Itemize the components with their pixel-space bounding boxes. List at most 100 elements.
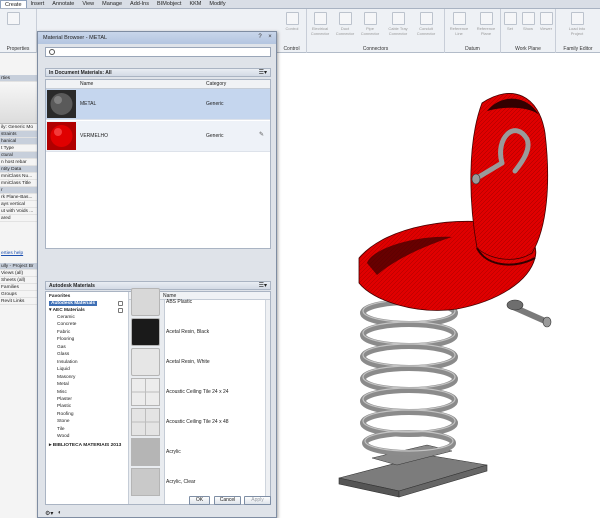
ribbon-group-label: Work Plane xyxy=(515,46,541,52)
load-into-project-icon xyxy=(570,12,584,25)
ribbon-group-label: Datum xyxy=(465,46,480,52)
library-material-row[interactable]: Acetal Resin, White xyxy=(129,346,270,378)
tree-category-insulation[interactable]: Insulation xyxy=(57,360,78,365)
prop-row: r xyxy=(0,187,39,194)
browser-item-views[interactable]: Views (all) xyxy=(0,270,39,277)
properties-help-link[interactable]: erties help xyxy=(0,250,39,257)
pipe-connector-button[interactable]: Pipe Connector xyxy=(359,12,381,36)
tab-add-ins[interactable]: Add-Ins xyxy=(126,0,153,8)
dialog-titlebar[interactable]: Material Browser - METAL ? × xyxy=(38,32,276,44)
material-name: Acrylic xyxy=(166,449,181,455)
button-label: Reference Plane xyxy=(476,26,496,36)
library-material-row[interactable]: Acoustic Ceiling Tile 24 x 24 xyxy=(129,376,270,408)
library-options-icon[interactable]: ⚙▾ xyxy=(45,510,53,517)
library-scrollbar[interactable] xyxy=(265,300,270,504)
tab-view[interactable]: View xyxy=(78,0,98,8)
prop-row[interactable]: t Type xyxy=(0,145,39,152)
tree-category-flooring[interactable]: Flooring xyxy=(57,337,74,342)
tree-category-misc[interactable]: Misc xyxy=(57,390,67,395)
tab-insert[interactable]: Insert xyxy=(27,0,49,8)
cancel-button[interactable]: Cancel xyxy=(214,496,241,505)
library-material-row[interactable]: Acetal Resin, Black xyxy=(129,316,270,348)
browser-item-sheets[interactable]: Sheets (all) xyxy=(0,277,39,284)
button-label: Reference Line xyxy=(449,26,469,36)
tab-create[interactable]: Create xyxy=(0,0,27,8)
browser-item-revit-links[interactable]: Revit Links xyxy=(0,298,39,305)
tree-category-roofing[interactable]: Roofing xyxy=(57,412,74,417)
library-material-row[interactable]: Acrylic, Clear xyxy=(129,466,270,498)
cable-tray-connector-button[interactable]: Cable Tray Connector xyxy=(387,12,409,36)
tree-biblioteca[interactable]: ▸ BIBLIOTECA MATERIAIS 2013 xyxy=(49,443,121,448)
prop-row[interactable]: mniClass Title xyxy=(0,180,39,187)
tree-autodesk-materials[interactable]: Autodesk Materials xyxy=(49,301,97,306)
column-header-name[interactable]: Name xyxy=(80,81,93,87)
library-material-row[interactable]: ABS Plastic xyxy=(129,286,270,318)
tree-category-plaster[interactable]: Plaster xyxy=(57,397,72,402)
prop-row[interactable]: n host rebar xyxy=(0,159,39,166)
control-button[interactable]: Control xyxy=(281,12,303,31)
tree-category-concrete[interactable]: Concrete xyxy=(57,322,76,327)
tab-kkm[interactable]: KKM xyxy=(185,0,205,8)
search-input[interactable] xyxy=(60,48,240,56)
library-material-row[interactable]: Acoustic Ceiling Tile 24 x 48 xyxy=(129,406,270,438)
tree-category-stone[interactable]: Stone xyxy=(57,419,70,424)
control-icon xyxy=(285,12,299,25)
column-header-category[interactable]: Category xyxy=(206,81,226,87)
library-tree: Favorites Autodesk Materials ▾ AEC Mater… xyxy=(46,292,129,504)
library-material-row[interactable]: Acrylic xyxy=(129,436,270,468)
properties-icon xyxy=(6,12,20,25)
material-name: Acoustic Ceiling Tile 24 x 48 xyxy=(166,419,229,425)
duct-connector-button[interactable]: Duct Connector xyxy=(334,12,356,36)
tree-category-metal[interactable]: Metal xyxy=(57,382,69,387)
prop-row[interactable]: ut with Voids ... xyxy=(0,208,39,215)
show-button[interactable]: Show xyxy=(519,12,537,31)
ribbon-group-control: Control Control xyxy=(277,9,307,53)
set-button[interactable]: Set xyxy=(501,12,519,31)
edit-material-icon[interactable]: ✎ xyxy=(259,132,266,139)
tab-bimobject[interactable]: BIMobject xyxy=(153,0,185,8)
prop-row[interactable]: ays vertical xyxy=(0,201,39,208)
tree-category-tile[interactable]: Tile xyxy=(57,427,65,432)
tree-category-glass[interactable]: Glass xyxy=(57,352,69,357)
tree-category-ceramic[interactable]: Ceramic xyxy=(57,315,75,320)
help-icon[interactable]: ? xyxy=(256,34,264,41)
tree-favorites[interactable]: Favorites xyxy=(49,294,70,299)
prop-row[interactable]: mniClass Nu... xyxy=(0,173,39,180)
document-materials-header: In Document Materials: All ☰▾ xyxy=(45,68,271,77)
red-swatch xyxy=(47,122,76,150)
material-row-vermelho[interactable]: VERMELHO Generic ✎ xyxy=(46,121,270,152)
electrical-connector-button[interactable]: Electrical Connector xyxy=(309,12,331,36)
ok-button[interactable]: OK xyxy=(189,496,210,505)
apply-button[interactable]: Apply xyxy=(244,496,271,505)
tree-category-gas[interactable]: Gas xyxy=(57,345,66,350)
tree-aec-materials[interactable]: ▾ AEC Materials xyxy=(49,308,85,313)
material-search-field[interactable] xyxy=(45,47,271,57)
duct-connector-icon xyxy=(338,12,352,25)
material-swatch xyxy=(131,348,160,376)
viewer-button[interactable]: Viewer xyxy=(537,12,555,31)
tab-modify[interactable]: Modify xyxy=(205,0,229,8)
tree-category-liquid[interactable]: Liquid xyxy=(57,367,70,372)
material-name: ABS Plastic xyxy=(166,299,193,305)
conduit-connector-button[interactable]: Conduit Connector xyxy=(415,12,437,36)
load-into-project-button[interactable]: Load into Project xyxy=(566,12,588,36)
tab-annotate[interactable]: Annotate xyxy=(48,0,78,8)
tree-category-fabric[interactable]: Fabric xyxy=(57,330,70,335)
browser-item-families[interactable]: Families xyxy=(0,284,39,291)
tree-category-masonry[interactable]: Masonry xyxy=(57,375,75,380)
3d-view-canvas[interactable] xyxy=(277,53,600,518)
tab-manage[interactable]: Manage xyxy=(98,0,126,8)
view-options-icon[interactable]: ☰▾ xyxy=(259,69,267,77)
reference-line-button[interactable]: Reference Line xyxy=(448,12,470,36)
material-row-metal[interactable]: METAL Generic xyxy=(46,89,270,120)
close-icon[interactable]: × xyxy=(266,34,274,41)
reference-plane-button[interactable]: Reference Plane xyxy=(475,12,497,36)
tree-category-wood[interactable]: Wood xyxy=(57,434,69,439)
tree-category-plastic[interactable]: Plastic xyxy=(57,404,71,409)
properties-button[interactable] xyxy=(2,12,24,26)
family-selector[interactable]: ily: Generic Mo xyxy=(0,124,39,131)
prop-row[interactable]: rk Plane-Bas... xyxy=(0,194,39,201)
prop-row[interactable]: ared xyxy=(0,215,39,222)
material-editor-icon[interactable]: ◐ xyxy=(58,510,62,516)
browser-item-groups[interactable]: Groups xyxy=(0,291,39,298)
